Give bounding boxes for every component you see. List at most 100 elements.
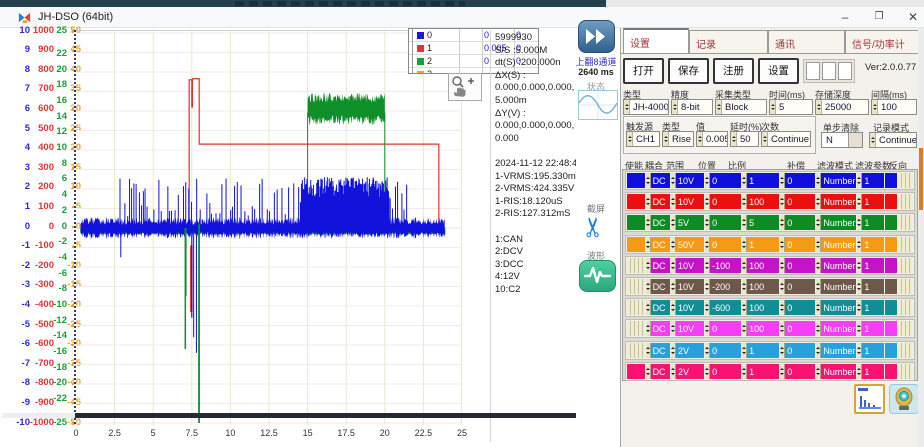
channel-row-9[interactable]: DC2V010Number1 [625,341,915,360]
spinner-arrows-icon[interactable] [742,343,747,358]
channel-invert-box[interactable] [898,321,912,336]
channel-invert-box[interactable] [898,364,912,379]
status-waveform-thumbnail[interactable] [578,90,618,120]
spinner-arrows-icon[interactable] [671,258,676,273]
vertical-scrollbar-thumb[interactable] [919,148,923,210]
channel-coupling[interactable]: DC [646,237,670,252]
fast-forward-button[interactable] [578,20,615,53]
spinner-arrows-icon[interactable] [705,173,710,188]
channel-filter-param[interactable]: 1 [857,237,883,252]
channel-enable-box[interactable] [627,364,645,379]
channel-filter-mode[interactable]: Number [816,364,856,379]
trigger-field-2[interactable]: Rise [662,131,694,147]
maximize-button[interactable]: ❐ [862,7,896,28]
spinner-arrows-icon[interactable] [780,364,785,379]
spinner-arrows-icon[interactable] [646,215,651,230]
channel-filter-mode[interactable]: Number [816,300,856,315]
spinner-arrows-icon[interactable] [816,100,822,114]
channel-coupling[interactable]: DC [646,300,670,315]
channel-position[interactable]: -200 [705,279,741,294]
spinner-arrows-icon[interactable] [780,194,785,209]
spinner-arrows-icon[interactable] [857,321,862,336]
spinner-arrows-icon[interactable] [646,321,651,336]
spinner-arrows-icon[interactable] [671,343,676,358]
channel-range[interactable]: 10V [671,194,704,209]
channel-offset[interactable]: 0 [780,258,815,273]
channel-filter-mode[interactable]: Number [816,215,856,230]
spinner-arrows-icon[interactable] [742,279,747,294]
channel-range[interactable]: 10V [671,258,704,273]
spinner-arrows-icon[interactable] [857,300,862,315]
channel-filter-param[interactable]: 1 [857,279,883,294]
channel-enable-box[interactable] [627,215,645,230]
channel-scale[interactable]: 100 [742,321,779,336]
spinner-arrows-icon[interactable] [624,100,630,114]
channel-coupling[interactable]: DC [646,343,670,358]
spinner-arrows-icon[interactable] [671,237,676,252]
spinner-arrows-icon[interactable] [857,215,862,230]
tab-1[interactable]: 设置 [623,28,689,53]
channel-filter-mode[interactable]: Number [816,321,856,336]
spinner-arrows-icon[interactable] [780,173,785,188]
spinner-arrows-icon[interactable] [780,258,785,273]
panel-button-1[interactable]: 打开 [623,58,664,84]
screenshot-scissors-icon[interactable]: ✂ [578,216,608,239]
channel-range[interactable]: 2V [671,364,704,379]
spinner-arrows-icon[interactable] [671,279,676,294]
channel-coupling[interactable]: DC [646,173,670,188]
spinner-arrows-icon[interactable] [742,364,747,379]
channel-coupling[interactable]: DC [646,364,670,379]
camera-button[interactable] [889,384,919,414]
waveform-canvas[interactable]: 00010.00502003 [76,30,462,424]
spinner-arrows-icon[interactable] [780,237,785,252]
spinner-arrows-icon[interactable] [816,321,821,336]
spinner-arrows-icon[interactable] [705,279,710,294]
channel-coupling[interactable]: DC [646,321,670,336]
channel-scale[interactable]: 100 [742,279,779,294]
acq-field-6[interactable]: 100 [871,99,917,115]
channel-offset[interactable]: 0 [780,237,815,252]
close-button[interactable]: ✕ [896,7,924,28]
channel-filter-param[interactable]: 1 [857,300,883,315]
channel-row-2[interactable]: DC10V01000Number1 [625,192,915,211]
channel-position[interactable]: -100 [705,258,741,273]
channel-coupling[interactable]: DC [646,215,670,230]
channel-row-6[interactable]: DC10V-2001000Number1 [625,277,915,296]
spinner-arrows-icon[interactable] [816,173,821,188]
channel-row-3[interactable]: DC5V050Number1 [625,213,915,232]
channel-offset[interactable]: 0 [780,321,815,336]
panel-button-3[interactable]: 注册 [713,58,754,84]
spinner-arrows-icon[interactable] [671,215,676,230]
spinner-arrows-icon[interactable] [742,215,747,230]
acq-field-1[interactable]: JH-4000A [623,99,669,115]
channel-filter-mode[interactable]: Number [816,194,856,209]
channel-position[interactable]: 0 [705,237,741,252]
spinner-arrows-icon[interactable] [742,173,747,188]
channel-scale[interactable]: 1 [742,343,779,358]
channel-range[interactable]: 50V [671,237,704,252]
spinner-arrows-icon[interactable] [742,237,747,252]
channel-filter-param[interactable]: 1 [857,343,883,358]
channel-invert-box[interactable] [898,279,912,294]
channel-filter-mode[interactable]: Number [816,343,856,358]
channel-filter-mode[interactable]: Number [816,258,856,273]
spinner-arrows-icon[interactable] [762,132,768,146]
spinner-arrows-icon[interactable] [742,300,747,315]
spinner-arrows-icon[interactable] [705,237,710,252]
record-mode-select[interactable]: Continue [869,132,917,148]
channel-filter-mode[interactable]: Number [816,173,856,188]
channel-offset[interactable]: 0 [780,279,815,294]
spinner-arrows-icon[interactable] [816,194,821,209]
channel-range[interactable]: 10V [671,300,704,315]
channel-row-1[interactable]: DC10V010Number1 [625,171,915,190]
channel-enable-box[interactable] [627,173,645,188]
spinner-arrows-icon[interactable] [770,100,776,114]
spinner-arrows-icon[interactable] [671,300,676,315]
channel-position[interactable]: -600 [705,300,741,315]
channel-row-4[interactable]: DC50V010Number1 [625,235,915,254]
spinner-arrows-icon[interactable] [671,173,676,188]
channel-position[interactable]: 0 [705,343,741,358]
channel-offset[interactable]: 0 [780,364,815,379]
spinner-arrows-icon[interactable] [646,173,651,188]
channel-row-10[interactable]: DC2V010Number1 [625,362,915,381]
